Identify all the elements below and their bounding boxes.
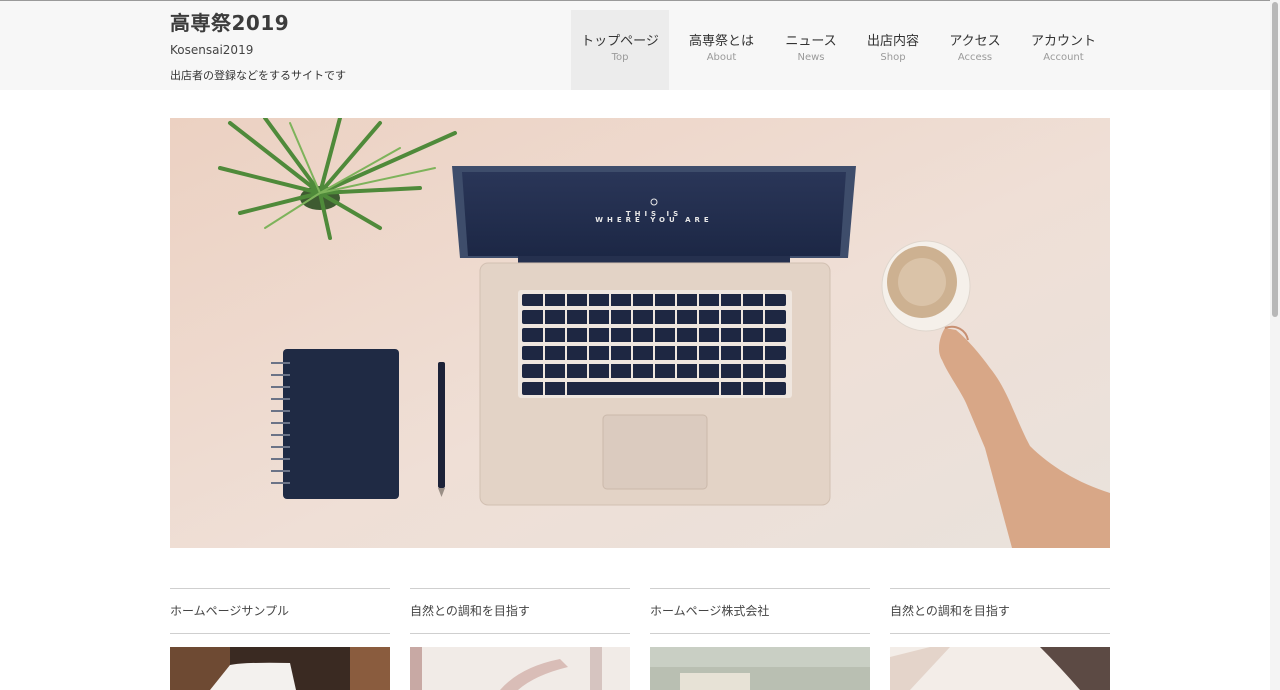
nav-sublabel: News xyxy=(797,52,825,63)
laptop-image: THIS IS WHERE YOU ARE xyxy=(452,166,856,506)
nav-label: 出店内容 xyxy=(866,34,919,49)
nav-label: トップページ xyxy=(581,34,659,49)
card-item[interactable]: 自然との調和を目指す xyxy=(890,588,1110,690)
global-nav: トップページ Top 高専祭とは About ニュース News 出店内容 Sh… xyxy=(571,10,1115,90)
scrollbar-thumb[interactable] xyxy=(1272,2,1278,317)
laptop-screen-line2: WHERE YOU ARE xyxy=(595,216,712,224)
card-title[interactable]: 自然との調和を目指す xyxy=(410,588,630,634)
featured-cards: ホームページサンプル 自然との調和を目指す ホームページ株式会社 自然との調和を… xyxy=(170,588,1110,690)
card-title[interactable]: ホームページサンプル xyxy=(170,588,390,634)
card-thumbnail[interactable] xyxy=(410,647,630,690)
nav-label: アクセス xyxy=(949,34,1001,49)
notebook-image xyxy=(271,349,399,499)
coffee-cup-image xyxy=(881,240,971,332)
site-header: 高専祭2019 Kosensai2019 出店者の登録などをするサイトです トッ… xyxy=(0,0,1270,90)
vertical-scrollbar[interactable] xyxy=(1270,0,1280,690)
hero-image: THIS IS WHERE YOU ARE xyxy=(170,118,1110,548)
site-branding: 高専祭2019 Kosensai2019 出店者の登録などをするサイトです xyxy=(170,10,346,83)
card-item[interactable]: 自然との調和を目指す xyxy=(410,588,630,690)
card-thumbnail[interactable] xyxy=(650,647,870,690)
card-title[interactable]: 自然との調和を目指す xyxy=(890,588,1110,634)
pencil-image xyxy=(438,362,445,497)
nav-sublabel: Account xyxy=(1043,52,1084,63)
card-thumbnail[interactable] xyxy=(890,647,1110,690)
card-thumbnail[interactable] xyxy=(170,647,390,690)
card-title[interactable]: ホームページ株式会社 xyxy=(650,588,870,634)
nav-item-top[interactable]: トップページ Top xyxy=(571,10,669,90)
card-item[interactable]: ホームページ株式会社 xyxy=(650,588,870,690)
nav-sublabel: About xyxy=(706,52,737,63)
nav-sublabel: Shop xyxy=(880,52,906,63)
card-item[interactable]: ホームページサンプル xyxy=(170,588,390,690)
nav-item-access[interactable]: アクセス Access xyxy=(938,10,1012,90)
nav-label: ニュース xyxy=(785,34,837,49)
nav-item-news[interactable]: ニュース News xyxy=(774,10,848,90)
nav-item-about[interactable]: 高専祭とは About xyxy=(669,10,774,90)
site-description: 出店者の登録などをするサイトです xyxy=(170,69,346,82)
nav-sublabel: Access xyxy=(957,52,993,63)
nav-label: 高専祭とは xyxy=(688,34,754,49)
nav-sublabel: Top xyxy=(611,52,629,63)
site-title[interactable]: 高専祭2019 xyxy=(170,10,346,36)
site-subtitle: Kosensai2019 xyxy=(170,43,254,57)
nav-item-shop[interactable]: 出店内容 Shop xyxy=(848,10,938,90)
nav-item-account[interactable]: アカウント Account xyxy=(1012,10,1115,90)
nav-label: アカウント xyxy=(1030,34,1096,49)
